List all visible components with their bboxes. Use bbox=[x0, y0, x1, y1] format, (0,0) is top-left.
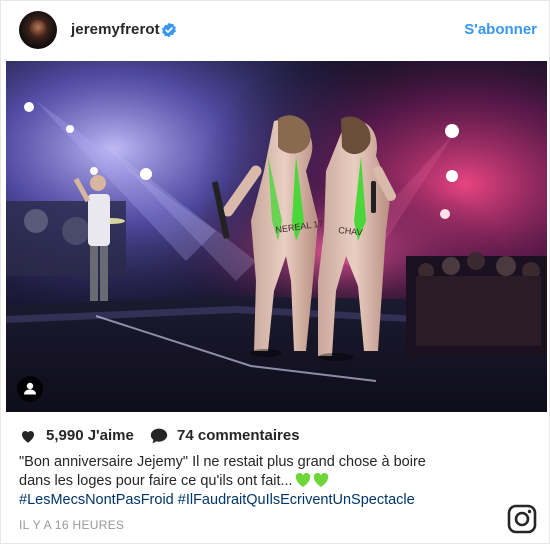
verified-badge-icon bbox=[162, 22, 176, 38]
post-caption: "Bon anniversaire Jejemy" Il ne restait … bbox=[19, 453, 489, 510]
comments-count[interactable]: 74 commentaires bbox=[177, 427, 300, 444]
caption-hashtags[interactable]: #LesMecsNontPasFroid #IlFaudraitQuIlsEcr… bbox=[19, 491, 489, 510]
comment-icon[interactable] bbox=[149, 427, 169, 445]
green-hearts-emoji-icon bbox=[295, 472, 328, 487]
avatar-face bbox=[30, 20, 46, 38]
follow-button[interactable]: S'abonner bbox=[464, 21, 537, 38]
person-tag-icon[interactable] bbox=[17, 376, 43, 402]
caption-line-1: "Bon anniversaire Jejemy" Il ne restait … bbox=[19, 454, 426, 470]
avatar[interactable] bbox=[19, 11, 57, 49]
caption-line-2-wrap: dans les loges pour faire ce qu'ils ont … bbox=[19, 472, 489, 491]
concert-stage-image: NEREAL 17 CHAV bbox=[6, 61, 547, 412]
caption-line-2: dans les loges pour faire ce qu'ils ont … bbox=[19, 473, 293, 489]
likes-count[interactable]: 5,990 J'aime bbox=[46, 427, 134, 444]
post-header: jeremyfrerot S'abonner bbox=[1, 1, 549, 59]
instagram-logo-icon[interactable] bbox=[507, 504, 537, 534]
heart-icon[interactable] bbox=[19, 427, 37, 445]
post-timestamp: IL Y A 16 HEURES bbox=[19, 518, 125, 532]
username-link[interactable]: jeremyfrerot bbox=[71, 21, 160, 38]
post-photo[interactable]: NEREAL 17 CHAV bbox=[6, 61, 547, 412]
instagram-post-card: jeremyfrerot S'abonner NEREAL 17 CHAV 5,… bbox=[0, 0, 550, 544]
post-actions: 5,990 J'aime 74 commentaires bbox=[19, 426, 519, 446]
